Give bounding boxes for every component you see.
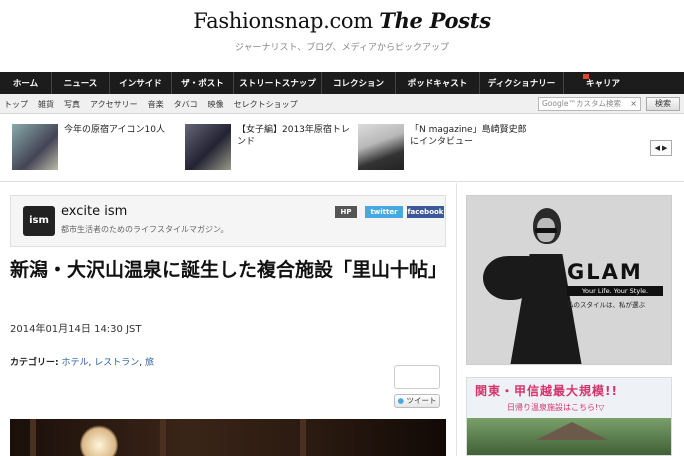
source-name[interactable]: excite ism xyxy=(61,204,127,219)
nav-news[interactable]: ニュース xyxy=(52,72,110,94)
article-date: 2014年01月14日 14:30 JST xyxy=(10,324,142,335)
article-title: 新潟・大沢山温泉に誕生した複合施設「里山十帖」 xyxy=(10,259,448,281)
category-link-hotel[interactable]: ホテル xyxy=(61,358,88,368)
feature-title[interactable]: 「N magazine」島崎賢史郎にインタビュー xyxy=(410,124,534,148)
search-button[interactable]: 検索 xyxy=(646,97,680,111)
onsen-ad-banner[interactable]: 関東・甲信越最大規模!! 日帰り温泉施設はこちら!▽ xyxy=(466,377,672,456)
nav-the-post[interactable]: ザ・ポスト xyxy=(172,72,234,94)
next-arrow-icon[interactable]: ▶ xyxy=(662,144,667,152)
feature-nav-arrows: ◀ ▶ xyxy=(650,140,672,156)
search-placeholder: Google™カスタム検索 xyxy=(542,99,621,108)
subnav-accessory[interactable]: アクセサリー xyxy=(90,99,138,110)
site-tagline: ジャーナリスト、ブログ、メディアからピックアップ xyxy=(234,43,450,53)
category-link-restaurant[interactable]: レストラン xyxy=(94,358,139,368)
source-hp-button[interactable]: HP xyxy=(335,206,357,218)
category-row: カテゴリー: ホテル, レストラン, 旅 xyxy=(10,358,154,368)
sub-nav-items: トップ 雑貨 写真 アクセサリー 音楽 タバコ 映像 セレクトショップ xyxy=(4,94,308,114)
glam-ad-subtitle: 私のスタイルは、私が選ぶ xyxy=(567,301,645,309)
sidebar: GLAM Your Life. Your Style. 私のスタイルは、私が選ぶ… xyxy=(456,183,684,456)
photo-beam xyxy=(300,419,306,456)
nav-career-label: キャリア xyxy=(586,79,621,89)
source-box: ism excite ism 都市生活者のためのライフスタイルマガジン。 HP … xyxy=(10,195,446,247)
photo-lamp xyxy=(80,425,118,456)
nav-inside[interactable]: インサイド xyxy=(110,72,172,94)
subnav-music[interactable]: 音楽 xyxy=(148,99,164,110)
source-description: 都市生活者のためのライフスタイルマガジン。 xyxy=(61,225,229,234)
source-logo[interactable]: ism xyxy=(23,206,55,236)
featured-strip: 今年の原宿アイコン10人 【女子編】2013年原宿トレンド 「N magazin… xyxy=(0,114,684,182)
feature-thumbnail[interactable] xyxy=(185,124,231,170)
article-column: ism excite ism 都市生活者のためのライフスタイルマガジン。 HP … xyxy=(0,183,456,456)
article-hero-image xyxy=(10,419,446,456)
masthead: Fashionsnap.com The Posts ジャーナリスト、ブログ、メデ… xyxy=(0,0,684,72)
nav-street-snap[interactable]: ストリートスナップ xyxy=(234,72,322,94)
main-nav: ホーム ニュース インサイド ザ・ポスト ストリートスナップ コレクション ポッ… xyxy=(0,72,684,94)
site-logo[interactable]: Fashionsnap.com The Posts xyxy=(0,8,684,33)
nav-career[interactable]: キャリア xyxy=(564,72,684,94)
glam-ad-banner[interactable]: GLAM Your Life. Your Style. 私のスタイルは、私が選ぶ xyxy=(466,195,672,365)
glam-ad-tagline: Your Life. Your Style. xyxy=(567,286,663,296)
subnav-photo[interactable]: 写真 xyxy=(64,99,80,110)
nav-collection[interactable]: コレクション xyxy=(322,72,396,94)
nav-dictionary[interactable]: ディクショナリー xyxy=(480,72,564,94)
feature-title[interactable]: 【女子編】2013年原宿トレンド xyxy=(237,124,355,148)
source-facebook-button[interactable]: facebook xyxy=(407,206,444,218)
photo-beam xyxy=(30,419,36,456)
tweet-label: ツイート xyxy=(406,396,437,405)
sub-nav: トップ 雑貨 写真 アクセサリー 音楽 タバコ 映像 セレクトショップ Goog… xyxy=(0,94,684,114)
category-label: カテゴリー: xyxy=(10,358,59,368)
search-input[interactable]: Google™カスタム検索 × xyxy=(538,97,641,111)
subnav-top[interactable]: トップ xyxy=(4,99,28,110)
clear-search-icon[interactable]: × xyxy=(630,98,637,110)
subnav-tobacco[interactable]: タバコ xyxy=(174,99,198,110)
feature-title[interactable]: 今年の原宿アイコン10人 xyxy=(64,124,182,136)
photo-beam xyxy=(160,419,166,456)
subnav-video[interactable]: 映像 xyxy=(208,99,224,110)
feature-thumbnail[interactable] xyxy=(358,124,404,170)
nav-home[interactable]: ホーム xyxy=(0,72,52,94)
tweet-button[interactable]: ● ツイート xyxy=(394,394,440,408)
subnav-select-shop[interactable]: セレクトショップ xyxy=(234,99,298,110)
ad-figure-sunglasses xyxy=(535,228,557,233)
like-count-box[interactable] xyxy=(394,365,440,389)
nav-podcast[interactable]: ポッドキャスト xyxy=(396,72,480,94)
subnav-zakka[interactable]: 雑貨 xyxy=(38,99,54,110)
feature-thumbnail[interactable] xyxy=(12,124,58,170)
onsen-ad-subtitle: 日帰り温泉施設はこちら!▽ xyxy=(507,403,605,412)
glam-ad-title: GLAM xyxy=(567,260,643,284)
new-flag-icon xyxy=(583,74,589,79)
source-twitter-button[interactable]: twitter xyxy=(365,206,403,218)
logo-main-text: Fashionsnap.com xyxy=(193,9,373,33)
prev-arrow-icon[interactable]: ◀ xyxy=(655,144,660,152)
logo-posts-text: The Posts xyxy=(379,8,491,33)
category-link-travel[interactable]: 旅 xyxy=(145,358,154,368)
onsen-ad-title: 関東・甲信越最大規模!! xyxy=(475,384,618,398)
twitter-bird-icon: ● xyxy=(397,396,405,405)
